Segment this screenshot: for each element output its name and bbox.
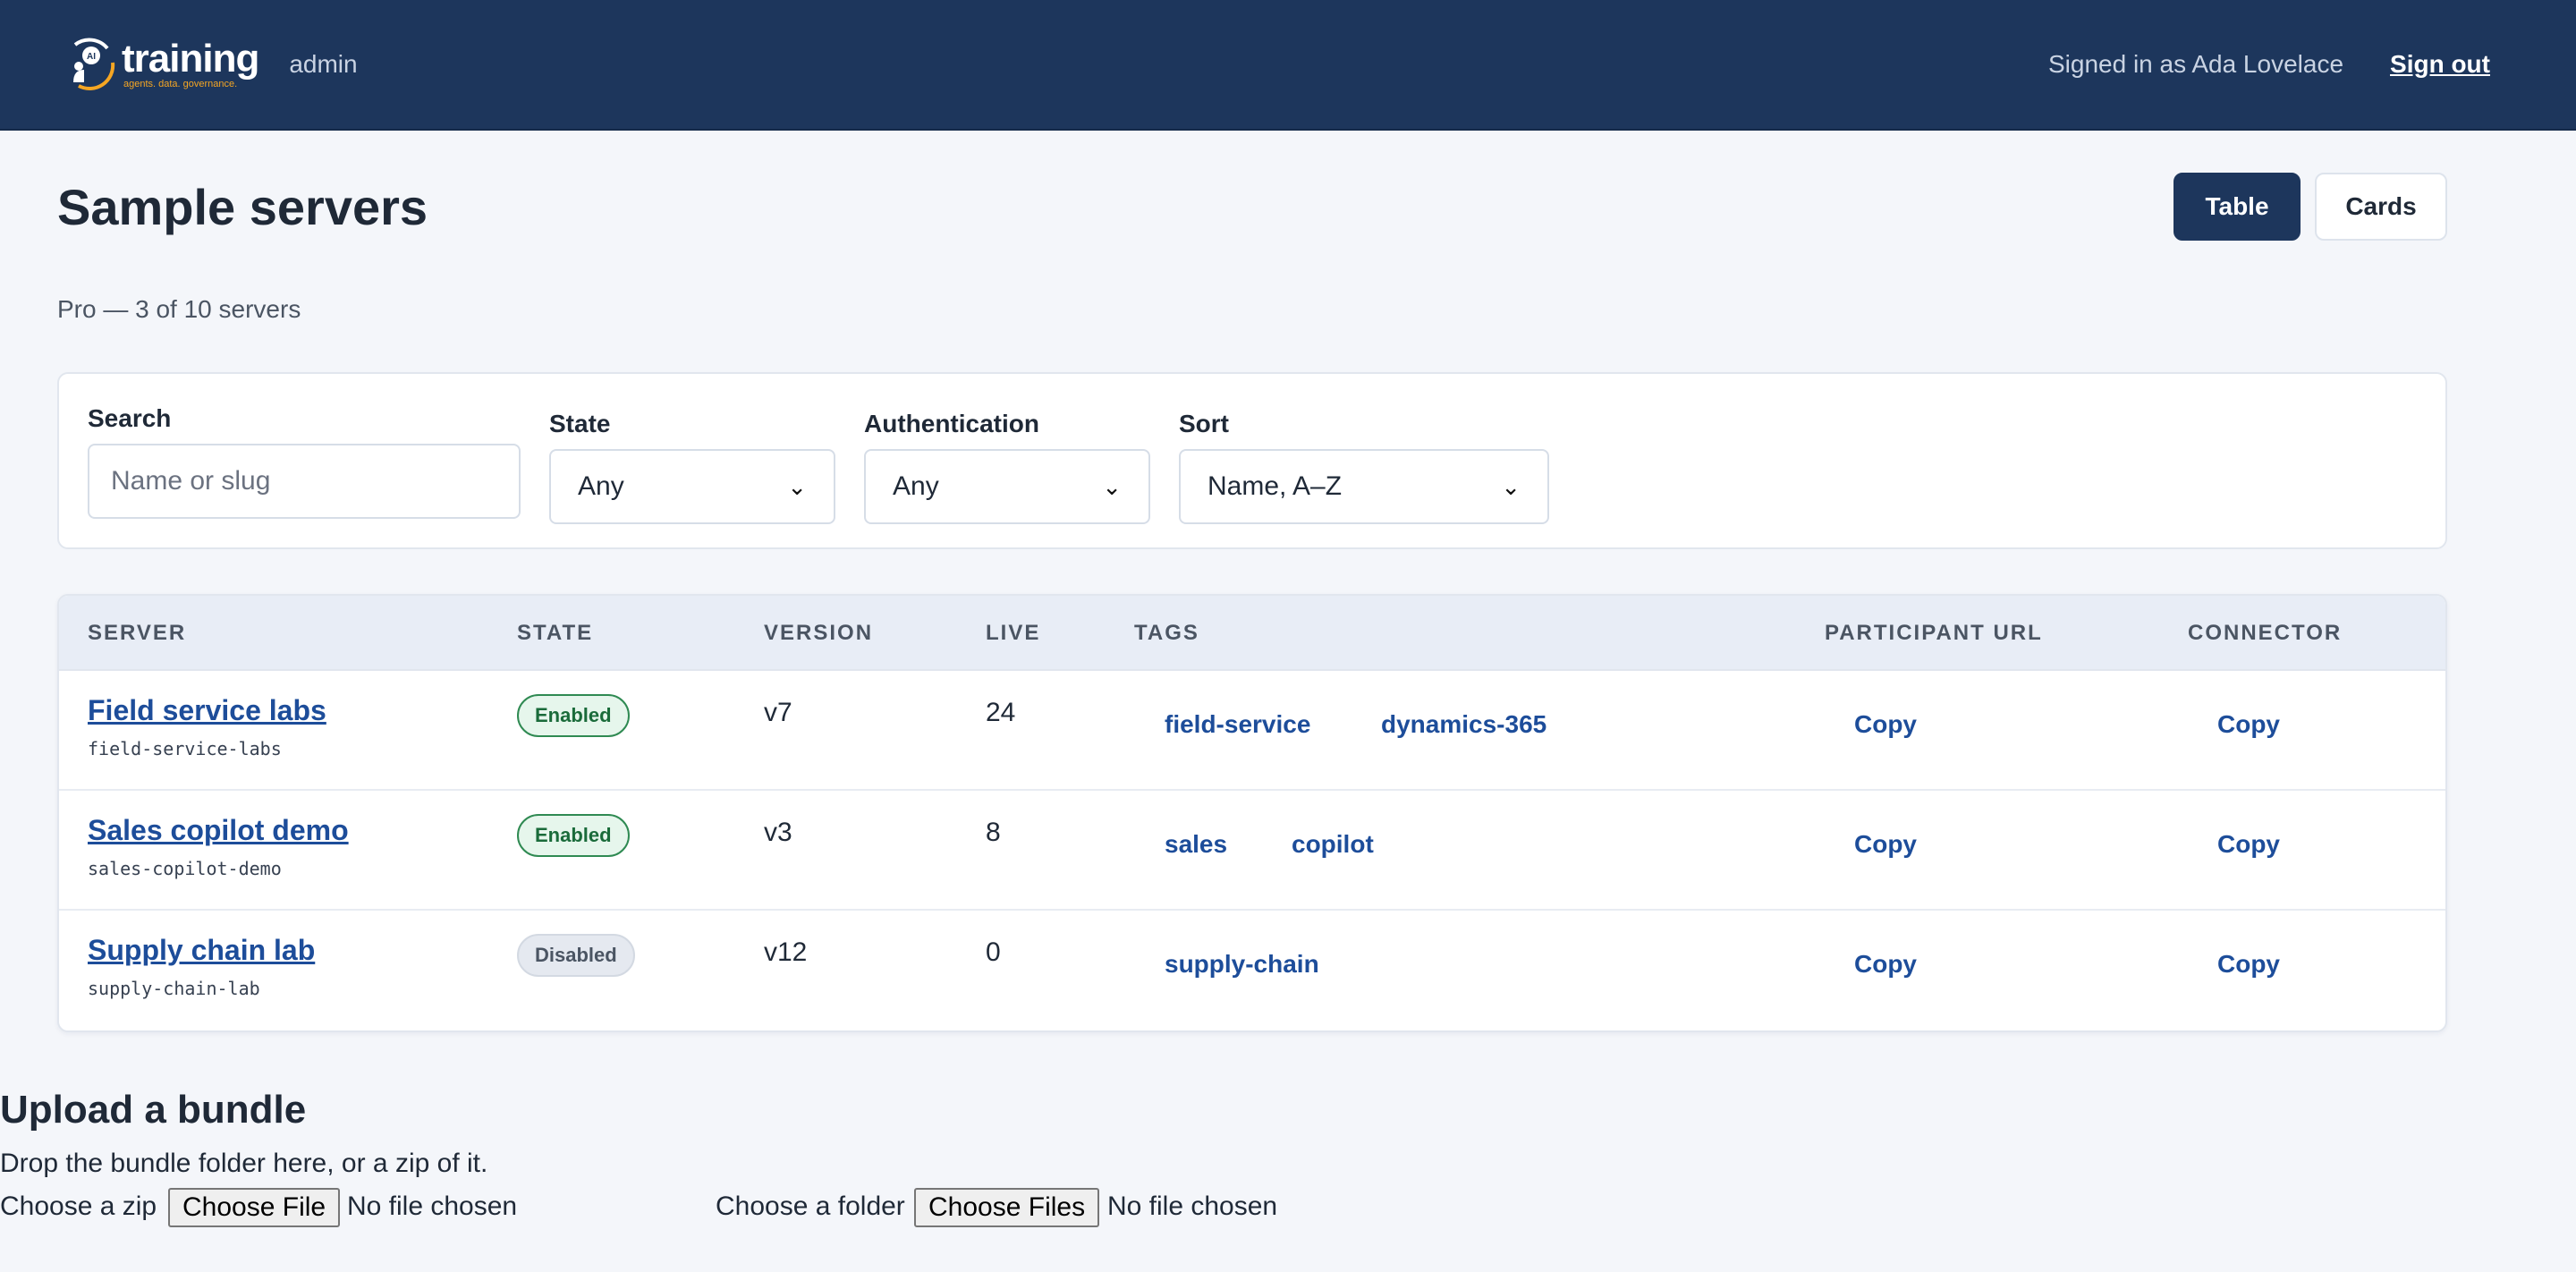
column-header-tags: TAGS	[1134, 621, 1199, 645]
logo-tagline: agents. data. governance.	[123, 79, 238, 89]
sort-label: Sort	[1179, 410, 1229, 437]
live-count: 0	[986, 937, 1001, 967]
chevron-down-icon: ⌄	[787, 472, 807, 500]
zip-label: Choose a zip	[0, 1191, 157, 1221]
plan-summary: Pro — 3 of 10 servers	[57, 295, 301, 323]
version-value: v7	[764, 698, 792, 727]
zip-file-status: No file chosen	[347, 1191, 518, 1221]
copy-connector-button[interactable]: Copy	[2217, 830, 2280, 858]
copy-participant-url-button[interactable]: Copy	[1854, 950, 1917, 978]
folder-label: Choose a folder	[716, 1191, 905, 1221]
choose-zip-button[interactable]: Choose File	[168, 1188, 341, 1227]
copy-participant-url-button[interactable]: Copy	[1854, 830, 1917, 858]
top-nav-bar: AI training agents. data. governance. ad…	[0, 0, 2576, 131]
status-badge: Enabled	[517, 814, 630, 857]
column-header-version: VERSION	[764, 621, 874, 645]
column-header-live: LIVE	[986, 621, 1041, 645]
sort-select-value: Name, A–Z	[1208, 471, 1343, 501]
logo-wordmark: training	[122, 37, 259, 81]
main-content: Sample servers Table Cards Pro — 3 of 10…	[0, 150, 2576, 1032]
authentication-select-value: Any	[893, 471, 939, 501]
signed-in-text: Signed in as Ada Lovelace	[2047, 50, 2344, 78]
admin-label: admin	[289, 50, 358, 78]
live-count: 24	[986, 698, 1016, 727]
copy-connector-button[interactable]: Copy	[2217, 710, 2280, 738]
server-slug: supply-chain-lab	[88, 978, 260, 999]
server-name-link[interactable]: Sales copilot demo	[88, 814, 349, 847]
filter-panel: Search State Any ⌄ Authentication Any ⌄ …	[57, 372, 2447, 549]
brand-logo[interactable]: AI training agents. data. governance.	[63, 36, 259, 93]
state-select[interactable]: Any ⌄	[549, 449, 835, 524]
sort-select[interactable]: Name, A–Z ⌄	[1179, 449, 1549, 524]
version-value: v3	[764, 818, 792, 847]
column-header-participant-url: PARTICIPANT URL	[1825, 621, 2043, 645]
live-count: 8	[986, 818, 1001, 847]
server-name-link[interactable]: Supply chain lab	[88, 934, 315, 967]
page-title: Sample servers	[57, 178, 428, 235]
column-header-connector: CONNECTOR	[2188, 621, 2343, 645]
column-header-state: STATE	[517, 621, 594, 645]
view-toggle: Table Cards	[2174, 173, 2447, 241]
server-slug: field-service-labs	[88, 738, 282, 759]
copy-connector-button[interactable]: Copy	[2217, 950, 2280, 978]
servers-table: SERVER STATE VERSION LIVE TAGS PARTICIPA…	[57, 594, 2447, 1032]
chevron-down-icon: ⌄	[1501, 472, 1521, 500]
choose-folder-button[interactable]: Choose Files	[914, 1188, 1100, 1227]
tag-link[interactable]: copilot	[1292, 830, 1374, 858]
upload-title: Upload a bundle	[0, 1088, 307, 1132]
state-label: State	[549, 410, 611, 437]
search-label: Search	[88, 404, 172, 432]
status-badge: Disabled	[517, 934, 635, 977]
search-input[interactable]	[88, 444, 521, 519]
table-row: Supply chain lab supply-chain-lab Disabl…	[59, 911, 2445, 1030]
tag-link[interactable]: sales	[1165, 830, 1227, 858]
upload-bundle-section[interactable]: Upload a bundle Drop the bundle folder h…	[0, 1088, 1342, 1229]
tag-link[interactable]: dynamics-365	[1381, 710, 1546, 738]
server-name-link[interactable]: Field service labs	[88, 694, 326, 727]
chevron-down-icon: ⌄	[1102, 472, 1122, 500]
authentication-select[interactable]: Any ⌄	[864, 449, 1150, 524]
server-slug: sales-copilot-demo	[88, 858, 282, 879]
version-value: v12	[764, 937, 808, 967]
svg-text:AI: AI	[87, 52, 96, 62]
folder-file-status: No file chosen	[1107, 1191, 1278, 1221]
status-badge: Enabled	[517, 694, 630, 737]
column-header-server: SERVER	[88, 621, 187, 645]
tag-link[interactable]: field-service	[1165, 710, 1310, 738]
cards-view-button[interactable]: Cards	[2315, 173, 2447, 241]
logo-icon: AI	[63, 36, 120, 93]
table-header: SERVER STATE VERSION LIVE TAGS PARTICIPA…	[59, 596, 2445, 671]
state-select-value: Any	[578, 471, 624, 501]
upload-description: Drop the bundle folder here, or a zip of…	[0, 1149, 488, 1178]
table-row: Field service labs field-service-labs En…	[59, 671, 2445, 791]
authentication-label: Authentication	[864, 410, 1039, 437]
table-view-button[interactable]: Table	[2174, 173, 2301, 241]
tag-link[interactable]: supply-chain	[1165, 950, 1319, 978]
table-row: Sales copilot demo sales-copilot-demo En…	[59, 791, 2445, 911]
sign-out-link[interactable]: Sign out	[2390, 50, 2490, 79]
copy-participant-url-button[interactable]: Copy	[1854, 710, 1917, 738]
